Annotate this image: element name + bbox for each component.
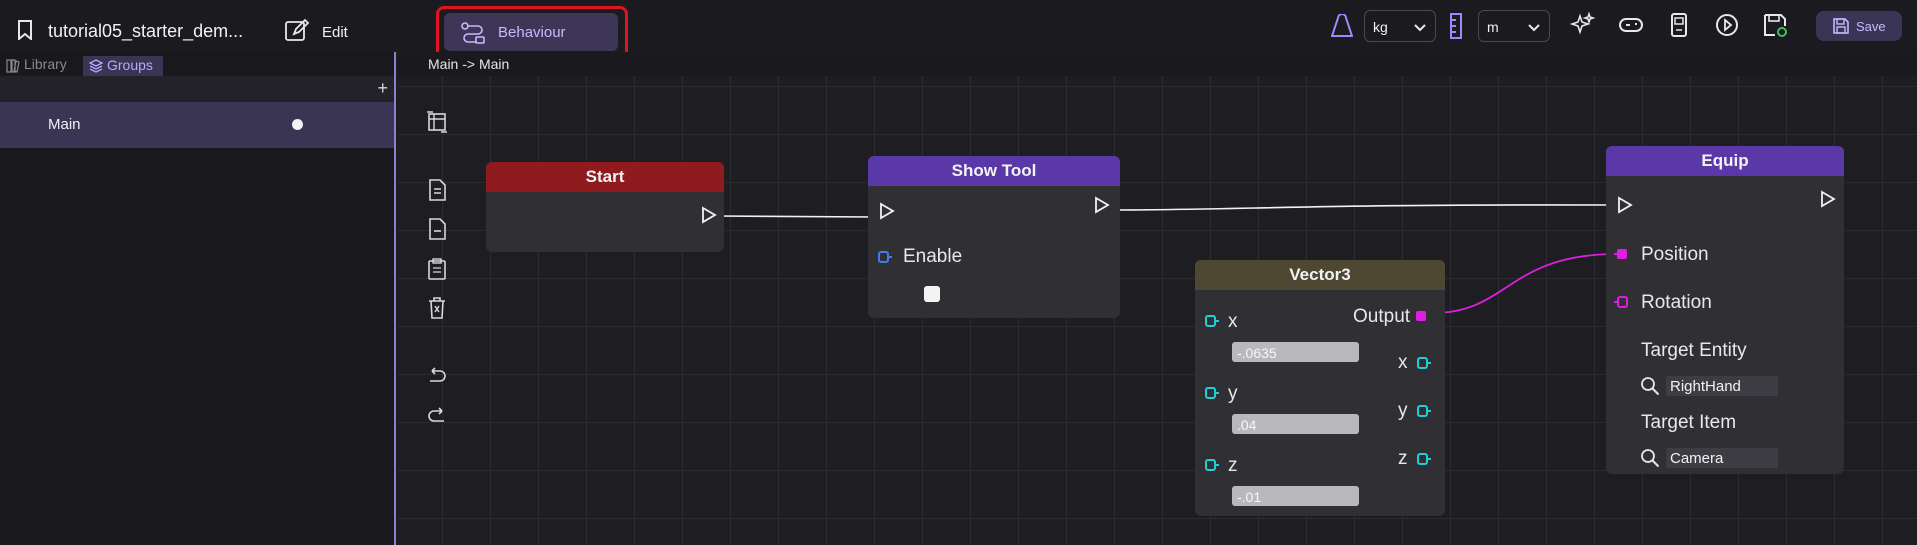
- enable-label: Enable: [903, 246, 963, 267]
- vector3-node[interactable]: Vector3 x -.0635 y .04 z -.01 Output x y…: [1195, 260, 1445, 516]
- tab-library[interactable]: Library: [4, 56, 76, 76]
- output-port-icon[interactable]: [1415, 309, 1429, 323]
- target-item-field[interactable]: Camera: [1641, 448, 1778, 468]
- target-entity-label: Target Entity: [1641, 340, 1747, 361]
- exec-out-pin-icon[interactable]: [1093, 196, 1111, 214]
- canvas-header: Main -> Main: [398, 52, 1917, 76]
- enable-checkbox[interactable]: [924, 286, 940, 302]
- show-tool-node[interactable]: Show Tool Enable: [868, 156, 1120, 318]
- enable-port-icon[interactable]: [878, 250, 892, 264]
- position-label: Position: [1641, 244, 1709, 265]
- tab-groups-label: Groups: [107, 57, 153, 73]
- search-icon: [1641, 377, 1660, 396]
- y-output-label: y: [1398, 400, 1408, 421]
- device-icon[interactable]: [1666, 12, 1692, 38]
- layers-icon: [89, 59, 103, 73]
- exec-in-pin-icon[interactable]: [1616, 196, 1634, 214]
- new-file-icon[interactable]: [426, 178, 448, 202]
- paste-icon[interactable]: [426, 257, 448, 281]
- z-value-field[interactable]: -.01: [1232, 486, 1359, 506]
- y-value-field[interactable]: .04: [1232, 414, 1359, 434]
- x-out-port-icon[interactable]: [1417, 356, 1431, 370]
- sidebar-item-label: Main: [48, 116, 81, 133]
- groups-toolbar: +: [0, 76, 394, 102]
- equip-node[interactable]: Equip Position Rotation Target Entity Ri…: [1606, 146, 1844, 474]
- y-in-port-icon[interactable]: [1205, 386, 1219, 400]
- z-in-port-icon[interactable]: [1205, 458, 1219, 472]
- delete-icon[interactable]: [426, 296, 448, 320]
- redo-icon[interactable]: [426, 404, 448, 428]
- x-in-port-icon[interactable]: [1205, 314, 1219, 328]
- chevron-down-icon: [1414, 24, 1426, 32]
- z-input-label: z: [1228, 455, 1238, 476]
- start-node-title: Start: [486, 162, 724, 192]
- target-entity-value: RightHand: [1670, 378, 1741, 395]
- x-input-label: x: [1228, 311, 1238, 332]
- book-icon: [6, 59, 20, 73]
- start-node[interactable]: Start: [486, 162, 724, 252]
- flow-icon: [461, 22, 485, 44]
- output-label: Output: [1353, 306, 1411, 327]
- save-refresh-icon[interactable]: [1762, 12, 1788, 38]
- tab-groups[interactable]: Groups: [83, 56, 163, 76]
- add-group-button[interactable]: +: [377, 78, 388, 99]
- z-out-port-icon[interactable]: [1417, 452, 1431, 466]
- show-tool-node-title: Show Tool: [868, 156, 1120, 186]
- graph-canvas[interactable]: Start Show Tool Enable Vector3 x -.0635 …: [398, 76, 1917, 545]
- tab-library-label: Library: [24, 56, 67, 72]
- floppy-icon: [1833, 18, 1849, 34]
- z-output-label: z: [1398, 448, 1408, 469]
- x-output-label: x: [1398, 352, 1408, 373]
- breadcrumb: Main -> Main: [428, 56, 510, 72]
- weight-icon: [1331, 14, 1353, 37]
- exec-out-pin-icon[interactable]: [700, 206, 718, 224]
- save-label: Save: [1856, 19, 1886, 34]
- exec-in-pin-icon[interactable]: [878, 202, 896, 220]
- search-icon: [1641, 449, 1660, 468]
- edit-button[interactable]: Edit: [322, 24, 348, 41]
- sidebar-item-main[interactable]: Main: [0, 102, 394, 148]
- exec-out-pin-icon[interactable]: [1819, 190, 1837, 208]
- edit-icon[interactable]: [284, 18, 310, 44]
- rotation-label: Rotation: [1641, 292, 1712, 313]
- bookmark-icon[interactable]: [18, 20, 32, 40]
- sparkles-icon[interactable]: [1570, 12, 1596, 38]
- sidebar-tabs: Library Groups: [0, 54, 394, 76]
- length-unit-select[interactable]: m: [1478, 10, 1550, 42]
- mass-unit-select[interactable]: kg: [1364, 10, 1436, 42]
- rotation-port-icon[interactable]: [1614, 295, 1628, 309]
- project-title: tutorial05_starter_dem...: [48, 21, 244, 41]
- target-item-label: Target Item: [1641, 412, 1737, 433]
- x-value-field[interactable]: -.0635: [1232, 342, 1359, 362]
- frame-icon[interactable]: [426, 110, 448, 134]
- top-bar: tutorial05_starter_dem... Edit Behaviour…: [0, 0, 1917, 60]
- y-out-port-icon[interactable]: [1417, 404, 1431, 418]
- gamepad-icon[interactable]: [1618, 12, 1644, 38]
- length-unit-value: m: [1487, 19, 1499, 35]
- ruler-icon: [1450, 13, 1462, 39]
- mass-unit-value: kg: [1373, 19, 1388, 35]
- undo-icon[interactable]: [426, 364, 448, 388]
- position-port-icon[interactable]: [1614, 247, 1628, 261]
- save-button[interactable]: Save: [1816, 11, 1902, 41]
- chevron-down-icon: [1528, 24, 1540, 32]
- behaviour-tab[interactable]: Behaviour: [444, 13, 618, 51]
- y-input-label: y: [1228, 383, 1238, 404]
- equip-node-title: Equip: [1606, 146, 1844, 176]
- vector3-node-title: Vector3: [1195, 260, 1445, 290]
- active-dot: [292, 119, 303, 130]
- sidebar: Library Groups + Main: [0, 52, 396, 545]
- target-item-value: Camera: [1670, 450, 1724, 467]
- remove-file-icon[interactable]: [426, 217, 448, 241]
- play-icon[interactable]: [1714, 12, 1740, 38]
- target-entity-field[interactable]: RightHand: [1641, 376, 1778, 396]
- behaviour-tab-label: Behaviour: [498, 24, 566, 41]
